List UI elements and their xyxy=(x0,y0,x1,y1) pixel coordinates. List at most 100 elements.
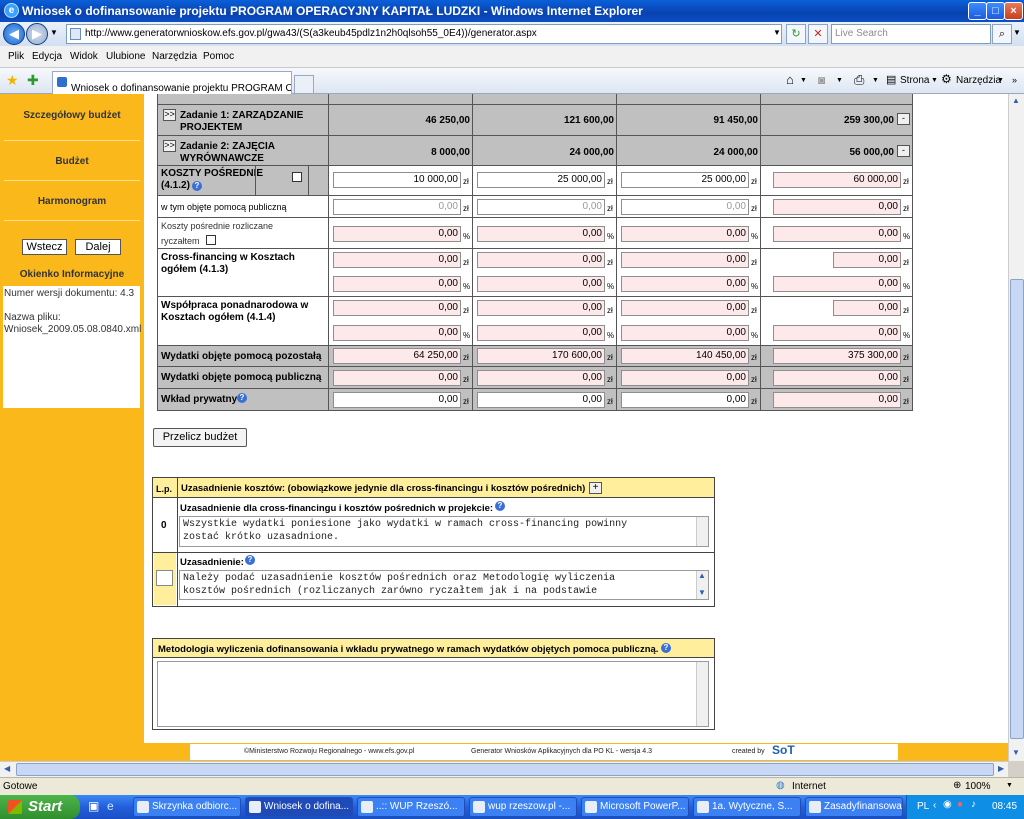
print-icon[interactable]: ⎙ xyxy=(854,72,864,88)
refresh-icon[interactable]: ↻ xyxy=(786,24,806,44)
task-item[interactable]: Skrzynka odbiorc... xyxy=(133,797,241,817)
home-dropdown-icon[interactable]: ▼ xyxy=(800,77,807,84)
collapse-task2-button[interactable]: - xyxy=(897,145,910,157)
task-item[interactable]: 1a. Wytyczne, S... xyxy=(693,797,801,817)
quicklaunch-ie-icon[interactable]: e xyxy=(107,799,114,813)
quicklaunch-desktop-icon[interactable]: ▣ xyxy=(88,799,99,813)
menu-tools[interactable]: Narzędzia xyxy=(152,51,197,62)
toolbar-chevron-icon[interactable]: » xyxy=(1012,75,1017,85)
public-aid-input[interactable]: 0,00 xyxy=(621,199,749,215)
help-icon[interactable]: ? xyxy=(495,501,505,511)
print-dropdown-icon[interactable]: ▼ xyxy=(872,77,879,84)
justification-textarea[interactable]: Należy podać uzasadnienie kosztów pośred… xyxy=(179,570,709,600)
sidebar-item-budget[interactable]: Budżet xyxy=(0,156,144,168)
help-icon[interactable]: ? xyxy=(661,643,671,653)
private-contribution-input[interactable]: 0,00 xyxy=(621,392,749,408)
task-item[interactable]: Zasadyfinansowa... xyxy=(805,797,903,817)
public-aid-total-value: 0,00 xyxy=(621,370,749,386)
scroll-down-icon[interactable]: ▼ xyxy=(698,588,706,597)
info-filename: Wniosek_2009.05.08.0840.xml xyxy=(4,324,142,335)
minimize-button[interactable]: _ xyxy=(968,2,987,20)
public-aid-input[interactable]: 0,00 xyxy=(477,199,605,215)
tools-dropdown-icon[interactable]: ▼ xyxy=(997,77,1004,84)
recalculate-budget-button[interactable]: Przelicz budżet xyxy=(153,428,247,447)
indirect-checkbox[interactable] xyxy=(292,172,302,182)
menu-file[interactable]: Plik xyxy=(8,51,24,62)
address-dropdown-icon[interactable]: ▼ xyxy=(770,24,784,44)
home-icon[interactable]: ⌂ xyxy=(786,72,794,87)
scroll-up-icon[interactable]: ▲ xyxy=(1012,96,1020,105)
task-item[interactable]: Microsoft PowerP... xyxy=(581,797,689,817)
stop-icon[interactable]: ✕ xyxy=(808,24,828,44)
scroll-up-icon[interactable]: ▲ xyxy=(698,571,706,580)
private-contribution-input[interactable]: 0,00 xyxy=(333,392,461,408)
horizontal-scrollbar[interactable]: ◀ ▶ xyxy=(0,761,1008,777)
forward-arrow-icon[interactable]: ▶ xyxy=(26,23,48,45)
help-icon[interactable]: ? xyxy=(237,393,247,403)
menu-view[interactable]: Widok xyxy=(70,51,98,62)
scroll-thumb[interactable] xyxy=(16,763,994,776)
add-justification-button[interactable]: + xyxy=(589,482,602,494)
zoom-dropdown-icon[interactable]: ▼ xyxy=(1006,782,1013,789)
new-tab-button[interactable] xyxy=(294,75,314,94)
back-button[interactable]: Wstecz xyxy=(22,239,67,255)
search-input[interactable]: Live Search xyxy=(831,24,991,44)
menu-edit[interactable]: Edycja xyxy=(32,51,62,62)
search-options-icon[interactable]: ▼ xyxy=(1013,28,1021,37)
feeds-icon[interactable]: ◙ xyxy=(818,73,825,87)
menu-help[interactable]: Pomoc xyxy=(203,51,234,62)
tray-volume-icon[interactable]: ♪ xyxy=(971,799,976,810)
flat-rate-checkbox[interactable] xyxy=(206,235,216,245)
textarea-scrollbar[interactable] xyxy=(696,517,708,546)
zoom-level[interactable]: 100% xyxy=(965,781,991,792)
indirect-input[interactable]: 25 000,00 xyxy=(621,172,749,188)
task1-row: >> Zadanie 1: ZARZĄDZANIE PROJEKTEM xyxy=(158,105,328,135)
page-scrollbar[interactable]: ▲ ▼ xyxy=(1008,94,1024,761)
tray-arrow-icon[interactable]: ‹ xyxy=(933,800,936,811)
tab-active[interactable]: Wniosek o dofinansowanie projektu PROGRA… xyxy=(52,71,292,94)
scroll-thumb[interactable] xyxy=(1010,279,1024,739)
private-contribution-input[interactable]: 0,00 xyxy=(477,392,605,408)
zoom-icon[interactable]: ⊕ xyxy=(953,780,961,791)
search-icon[interactable]: ⌕ xyxy=(992,24,1012,44)
help-icon[interactable]: ? xyxy=(245,555,255,565)
feeds-dropdown-icon[interactable]: ▼ xyxy=(836,77,843,84)
page-icon[interactable]: ▤ xyxy=(886,73,896,86)
language-indicator[interactable]: PL xyxy=(917,801,929,812)
sidebar-item-detailed-budget[interactable]: Szczegółowy budżet xyxy=(0,110,144,122)
scroll-down-icon[interactable]: ▼ xyxy=(1012,748,1020,757)
sidebar-item-schedule[interactable]: Harmonogram xyxy=(0,196,144,208)
tray-network-icon[interactable]: ◉ xyxy=(943,799,952,810)
indirect-costs-label: KOSZTY POŚREDNIE xyxy=(161,168,264,179)
tools-menu[interactable]: Narzędzia xyxy=(956,75,1001,86)
menu-favorites[interactable]: Ulubione xyxy=(106,51,145,62)
scroll-left-icon[interactable]: ◀ xyxy=(4,764,10,773)
help-icon[interactable]: ? xyxy=(192,181,202,191)
cross-justification-textarea[interactable]: Wszystkie wydatki poniesione jako wydatk… xyxy=(179,516,709,547)
scroll-right-icon[interactable]: ▶ xyxy=(998,764,1004,773)
tools-gear-icon[interactable]: ⚙ xyxy=(941,72,952,86)
page-menu[interactable]: Strona xyxy=(900,75,929,86)
indirect-input[interactable]: 25 000,00 xyxy=(477,172,605,188)
next-button[interactable]: Dalej xyxy=(75,239,121,255)
start-button[interactable]: Start xyxy=(0,795,80,819)
textarea-scrollbar[interactable] xyxy=(696,662,708,726)
collapse-task1-button[interactable]: - xyxy=(897,113,910,125)
tray-security-icon[interactable]: ● xyxy=(957,799,963,810)
task-item[interactable]: wup rzeszow.pl -... xyxy=(469,797,577,817)
back-arrow-icon[interactable]: ◀ xyxy=(3,23,25,45)
expand-task1-button[interactable]: >> xyxy=(163,109,176,121)
page-dropdown-icon[interactable]: ▼ xyxy=(931,77,938,84)
task-item[interactable]: Wniosek o dofina... xyxy=(245,797,353,817)
close-button[interactable]: × xyxy=(1004,2,1023,20)
expand-task2-button[interactable]: >> xyxy=(163,140,176,152)
maximize-button[interactable]: □ xyxy=(986,2,1005,20)
indirect-input[interactable]: 10 000,00 xyxy=(333,172,461,188)
methodology-textarea[interactable] xyxy=(157,661,709,727)
favorites-star-icon[interactable]: ★ xyxy=(6,72,19,89)
public-aid-input[interactable]: 0,00 xyxy=(333,199,461,215)
task-item[interactable]: ..:: WUP Rzeszó... xyxy=(357,797,465,817)
address-input[interactable]: http://www.generatorwnioskow.efs.gov.pl/… xyxy=(66,24,782,44)
add-favorite-icon[interactable]: ✚ xyxy=(27,72,39,89)
history-dropdown-icon[interactable]: ▼ xyxy=(50,28,58,37)
